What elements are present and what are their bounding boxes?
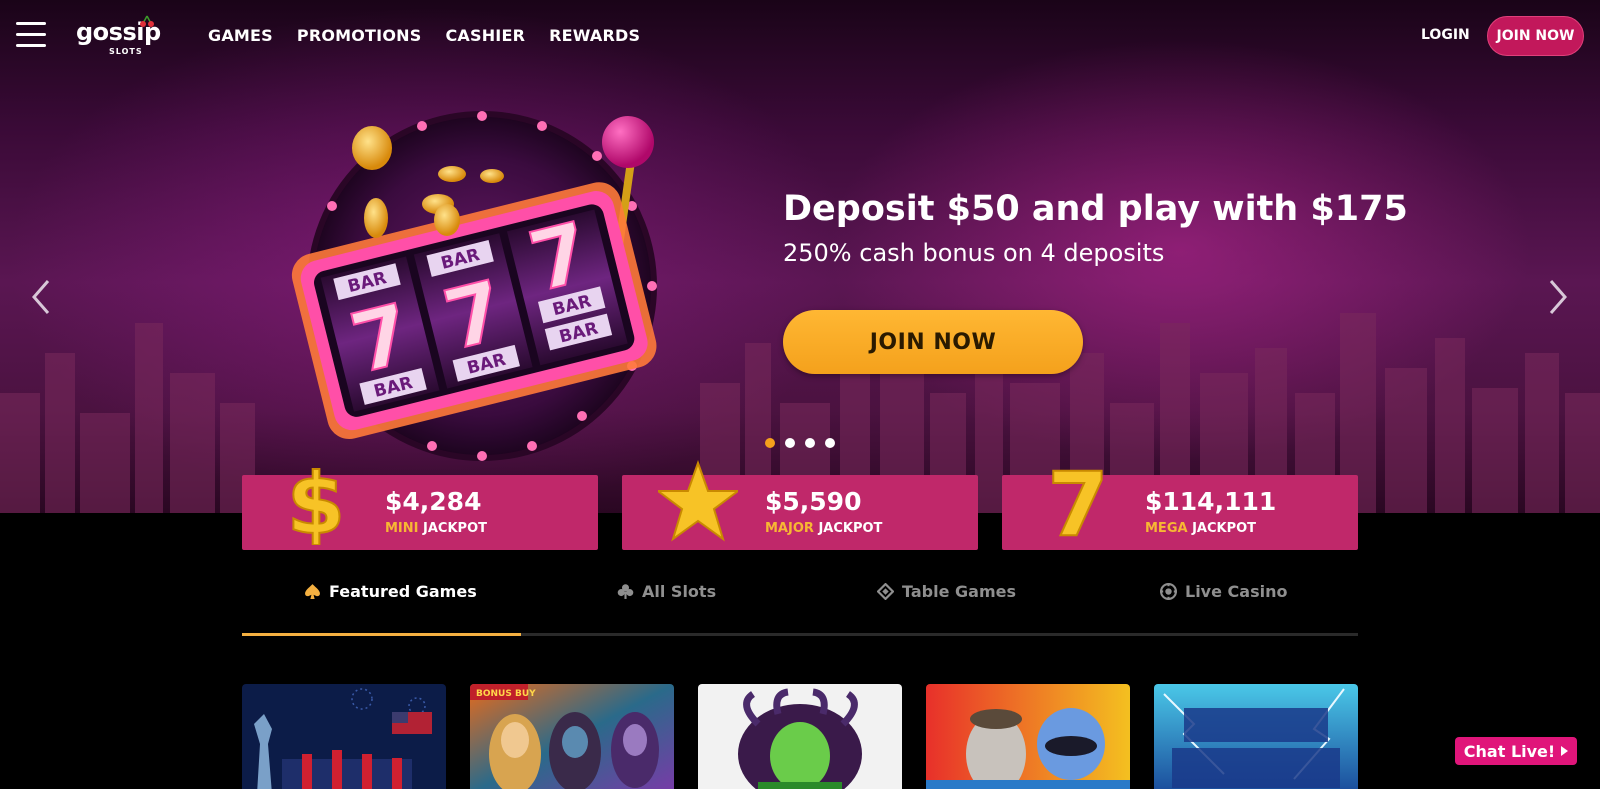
jackpot-amount: $5,590 [765,487,862,516]
play-arrow-icon [1561,746,1569,756]
tab-live-casino[interactable]: Live Casino [1160,582,1287,601]
game-tile-4[interactable] [926,684,1130,789]
header-join-now-button[interactable]: JOIN NOW [1487,16,1584,56]
tab-label: Table Games [902,582,1016,601]
game-thumbnail-time-bender [1154,684,1358,789]
game-tile-1[interactable] [242,684,446,789]
svg-text:7: 7 [1047,457,1108,545]
tab-featured-games[interactable]: Featured Games [304,582,477,601]
mega-jackpot-card: 7 $114,111 MEGA JACKPOT [1002,457,1358,550]
game-tile-5[interactable] [1154,684,1358,789]
tab-table-games[interactable]: Table Games [877,582,1016,601]
hero-banner: BAR 7 BAR BAR 7 BAR 7 BAR BAR Deposit $5… [0,0,1600,513]
club-icon [617,584,634,599]
hero-title: Deposit $50 and play with $175 [783,189,1408,229]
nav-promotions[interactable]: PROMOTIONS [297,26,422,45]
seven-icon: 7 [1046,457,1109,545]
main-nav: GAMES PROMOTIONS CASHIER REWARDS [208,26,640,45]
dollar-icon: $ [286,457,346,545]
bonus-buy-badge: BONUS BUY [476,689,536,699]
game-thumbnail-rat-and-cat [926,684,1130,789]
nav-cashier[interactable]: CASHIER [445,26,525,45]
gossip-slots-logo[interactable]: gossip SLOTS [76,15,166,60]
jackpot-label: MINI JACKPOT [385,521,487,536]
cherry-icon [140,15,154,27]
tab-label: All Slots [642,582,717,601]
major-jackpot-card: $5,590 MAJOR JACKPOT [622,460,978,550]
nav-games[interactable]: GAMES [208,26,273,45]
hero-subtitle: 250% cash bonus on 4 deposits [783,239,1165,267]
game-tiles-row: BONUS BUY [242,684,1358,789]
diamond-icon [877,583,894,600]
carousel-dots [765,438,835,448]
jackpot-label: MAJOR JACKPOT [765,521,883,536]
game-tile-3[interactable] [698,684,902,789]
login-link[interactable]: LOGIN [1421,27,1470,43]
chat-live-label: Chat Live! [1463,741,1556,761]
hero-join-now-button[interactable]: JOIN NOW [783,310,1083,374]
slot-machine-illustration: BAR 7 BAR BAR 7 BAR 7 BAR BAR [291,111,657,461]
jackpot-label: MEGA JACKPOT [1145,521,1257,536]
city-skyline-image [0,313,1600,513]
game-thumbnail-heroes: BONUS BUY [470,684,674,789]
mini-jackpot-card: $ $4,284 MINI JACKPOT [242,457,598,550]
game-category-tabs: Featured Games All Slots Table Games Liv… [242,572,1358,636]
game-thumbnail-fireworks [242,684,446,789]
tab-underline-active [242,633,521,636]
game-thumbnail-medusa [698,684,902,789]
tab-label: Featured Games [329,582,477,601]
logo-subtext: SLOTS [109,47,143,56]
tab-label: Live Casino [1185,582,1288,601]
tab-all-slots[interactable]: All Slots [617,582,716,601]
chip-icon [1160,583,1177,600]
top-header: gossip SLOTS GAMES PROMOTIONS CASHIER RE… [0,0,1600,72]
carousel-dot-2[interactable] [785,438,795,448]
jackpot-amount: $114,111 [1145,487,1277,516]
carousel-next-arrow-icon[interactable] [1545,277,1571,317]
jackpot-amount: $4,284 [385,487,482,516]
carousel-dot-3[interactable] [805,438,815,448]
spade-icon [305,584,320,599]
carousel-dot-1[interactable] [765,438,775,448]
carousel-prev-arrow-icon[interactable] [28,277,54,317]
svg-text:$: $ [287,457,345,545]
star-icon [658,460,738,542]
game-tile-2[interactable]: BONUS BUY [470,684,674,789]
carousel-dot-4[interactable] [825,438,835,448]
nav-rewards[interactable]: REWARDS [549,26,640,45]
hamburger-menu-icon[interactable] [16,22,46,48]
chat-live-button[interactable]: Chat Live! [1455,737,1577,765]
